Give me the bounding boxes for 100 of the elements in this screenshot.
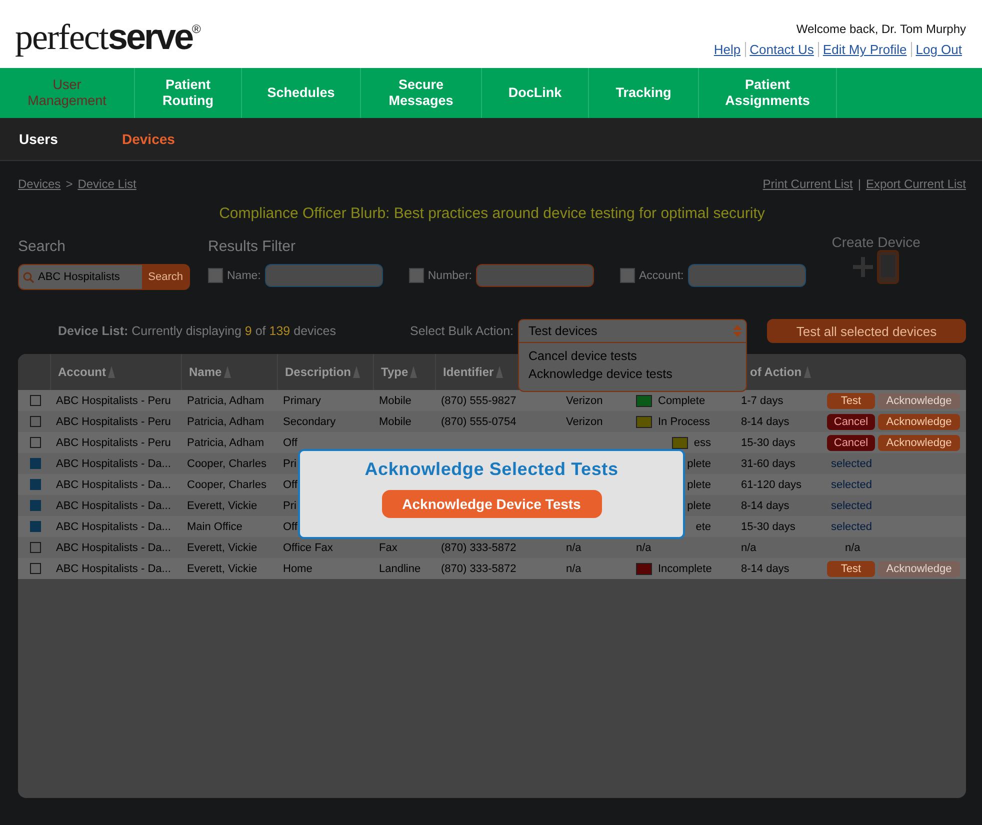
table-cell: ABC Hospitalists - Peru xyxy=(56,394,171,406)
table-cell: n/a xyxy=(741,542,756,554)
list-link[interactable]: Print Current List xyxy=(762,177,853,191)
sort-icon xyxy=(224,366,231,378)
table-cell: ete xyxy=(696,520,711,532)
row-checkbox[interactable] xyxy=(30,416,41,427)
table-cell: 8-14 days xyxy=(741,500,790,512)
cancel-button[interactable]: Cancel xyxy=(827,434,875,450)
filter-checkbox[interactable] xyxy=(208,268,223,283)
table-cell: n/a xyxy=(636,542,652,554)
header-link[interactable]: Help xyxy=(710,42,745,57)
table-cell: (870) 333-5872 xyxy=(441,542,516,554)
filter-label: Results Filter xyxy=(208,238,297,255)
table-cell: Off xyxy=(283,436,298,448)
cancel-button[interactable]: Cancel xyxy=(827,414,875,430)
header-link[interactable]: Contact Us xyxy=(744,42,818,57)
search-button[interactable]: Search xyxy=(142,265,189,289)
search-icon xyxy=(23,272,34,282)
add-device-icon[interactable] xyxy=(852,250,900,284)
filter-field[interactable] xyxy=(476,264,594,287)
acknowledge-button[interactable]: Acknowledge xyxy=(878,434,960,450)
search-field[interactable]: ABC Hospitalists Search xyxy=(18,264,190,290)
table-cell: 15-30 days xyxy=(741,520,796,532)
table-cell: Patricia, Adham xyxy=(187,394,264,406)
table-cell: 61-120 days xyxy=(741,478,802,490)
device-count-text: Device List: Currently displaying 9 of 139 devices xyxy=(58,324,338,338)
table-cell: Secondary xyxy=(283,416,336,428)
filter-field[interactable] xyxy=(264,264,383,287)
table-cell: ess xyxy=(694,436,711,448)
search-label: Search xyxy=(18,238,67,255)
table-cell: Incomplete xyxy=(658,562,712,574)
filter-checkbox[interactable] xyxy=(408,268,424,283)
table-cell: Home xyxy=(283,562,312,574)
table-cell: Pri xyxy=(283,458,296,470)
acknowledge-button[interactable]: Acknowledge Device Tests xyxy=(382,490,602,518)
table-cell: n/a xyxy=(566,562,582,574)
selected-link[interactable]: selected xyxy=(831,478,872,490)
table-cell: Off xyxy=(283,478,298,490)
table-cell: plete xyxy=(687,500,711,512)
table-cell: Office Fax xyxy=(283,542,333,554)
row-checkbox[interactable] xyxy=(30,395,41,406)
table-cell: 15-30 days xyxy=(741,436,796,448)
table-cell: n/a xyxy=(566,542,582,554)
header-link[interactable]: Edit My Profile xyxy=(818,42,911,57)
list-link[interactable]: Export Current List xyxy=(866,177,966,191)
sort-icon xyxy=(108,366,115,378)
filter-checkbox[interactable] xyxy=(620,268,635,283)
table-cell: plete xyxy=(687,478,711,490)
table-cell: Cooper, Charles xyxy=(187,478,266,490)
table-cell: n/a xyxy=(845,542,860,554)
table-cell: Cooper, Charles xyxy=(187,458,266,470)
breadcrumb-link[interactable]: Devices xyxy=(18,177,61,191)
breadcrumb-link[interactable]: Device List xyxy=(78,177,136,191)
header-link[interactable]: Log Out xyxy=(910,42,966,57)
test-button[interactable]: Test xyxy=(827,392,875,408)
subnav-tab[interactable]: Users xyxy=(19,131,103,147)
modal-title: Acknowledge Selected Tests xyxy=(364,459,618,480)
filter-label: Name: xyxy=(227,270,261,282)
table-cell: Everett, Vickie xyxy=(187,542,258,554)
breadcrumb-separator: > xyxy=(66,177,73,191)
table-cell: ABC Hospitalists - Peru xyxy=(56,416,171,428)
filter-field[interactable] xyxy=(688,264,806,287)
sort-icon xyxy=(410,366,418,378)
table-cell: In Process xyxy=(658,416,710,428)
table-cell: Pri xyxy=(283,500,296,512)
row-checkbox[interactable] xyxy=(30,542,41,553)
table-cell: 8-14 days xyxy=(741,562,790,574)
subnav-tab[interactable]: Devices xyxy=(122,131,206,147)
table-cell: Mobile xyxy=(379,416,412,428)
row-checkbox[interactable] xyxy=(30,563,41,574)
table-cell: ABC Hospitalists - Da... xyxy=(56,478,171,490)
table-cell: Off xyxy=(283,520,298,532)
bulk-action-select[interactable]: Test devices xyxy=(518,319,747,343)
acknowledge-button[interactable]: Acknowledge xyxy=(878,414,960,430)
sort-icon xyxy=(804,366,811,378)
filter-label: Number: xyxy=(428,270,472,282)
table-cell: Landline xyxy=(379,562,421,574)
table-cell: Primary xyxy=(283,394,321,406)
table-cell: plete xyxy=(687,458,711,470)
table-cell: ABC Hospitalists - Da... xyxy=(56,458,171,470)
selected-link[interactable]: selected xyxy=(831,458,872,470)
sort-icon xyxy=(496,366,503,378)
bulk-action-label: Select Bulk Action: xyxy=(410,324,514,338)
selected-link[interactable]: selected xyxy=(831,520,872,532)
sort-icon xyxy=(353,366,360,378)
row-checkbox[interactable] xyxy=(30,500,41,511)
selected-link[interactable]: selected xyxy=(831,500,872,512)
test-button[interactable]: Test xyxy=(827,560,875,576)
row-checkbox[interactable] xyxy=(30,458,41,469)
welcome-text: Welcome back, Dr. Tom Murphy xyxy=(795,22,966,36)
row-checkbox[interactable] xyxy=(30,437,41,448)
table-cell: 1-7 days xyxy=(741,394,784,406)
table-cell: Main Office xyxy=(187,520,242,532)
row-checkbox[interactable] xyxy=(30,479,41,490)
test-all-button[interactable]: Test all selected devices xyxy=(767,319,966,343)
table-cell: ABC Hospitalists - Da... xyxy=(56,520,171,532)
table-cell: Everett, Vickie xyxy=(187,500,258,512)
row-checkbox[interactable] xyxy=(30,521,41,532)
table-cell: ABC Hospitalists - Da... xyxy=(56,500,171,512)
table-cell: Complete xyxy=(658,394,706,406)
